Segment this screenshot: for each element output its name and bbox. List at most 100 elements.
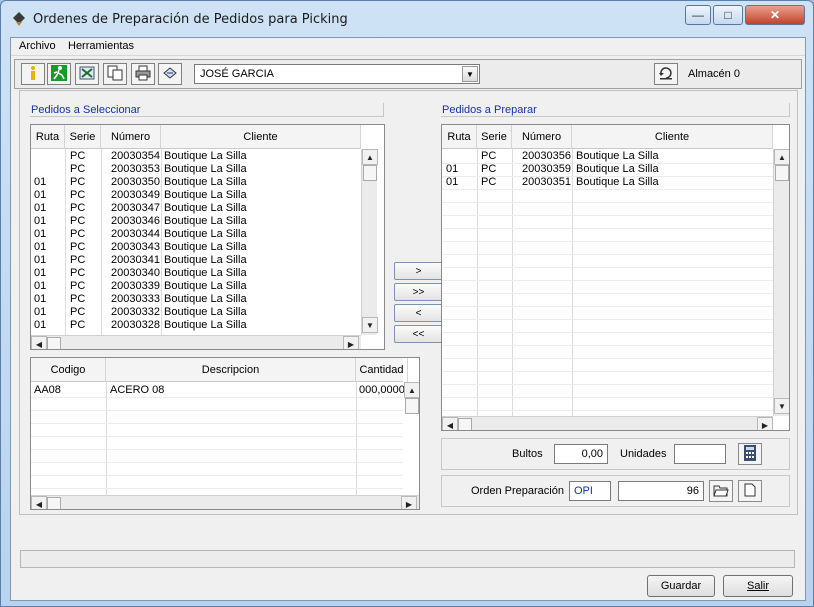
scroll-thumb[interactable] [405, 398, 419, 414]
table-row[interactable]: 01 PC 20030346 Boutique La Silla [31, 215, 361, 228]
scroll-right-icon[interactable]: ▶ [401, 496, 417, 509]
scroll-down-icon[interactable]: ▼ [774, 398, 789, 414]
scroll-right-icon[interactable]: ▶ [757, 417, 773, 430]
bultos-label: Bultos [512, 448, 543, 460]
copy-icon [107, 65, 123, 84]
chevron-down-icon[interactable]: ▼ [462, 66, 478, 82]
col-descripcion[interactable]: Descripcion [106, 358, 356, 382]
cell-serie: PC [481, 150, 497, 162]
print-icon [135, 65, 151, 84]
table-row[interactable]: PC 20030353 Boutique La Silla [31, 163, 361, 176]
cell-cliente: Boutique La Silla [164, 267, 247, 279]
scroll-up-icon[interactable]: ▲ [404, 382, 419, 398]
orden-numero-field[interactable]: 96 [618, 481, 704, 501]
hand-document-button[interactable] [158, 63, 182, 85]
add-all-button[interactable]: >> [394, 283, 443, 301]
guardar-button[interactable]: Guardar [647, 575, 715, 597]
scroll-thumb[interactable] [458, 418, 472, 430]
scroll-left-icon[interactable]: ◀ [31, 496, 47, 509]
menu-archivo[interactable]: Archivo [19, 40, 56, 52]
maximize-button[interactable]: □ [713, 5, 743, 25]
add-selected-button[interactable]: > [394, 262, 443, 280]
scroll-up-icon[interactable]: ▲ [362, 149, 378, 165]
table-row[interactable]: 01 PC 20030351 Boutique La Silla [442, 176, 772, 189]
pedidos-seleccionar-grid[interactable]: Ruta Serie Número Cliente PC 20030354 Bout… [30, 124, 385, 350]
left-hscroll[interactable]: ◀ ▶ [31, 335, 361, 349]
copy-button[interactable] [103, 63, 127, 85]
scroll-thumb[interactable] [47, 337, 61, 349]
remove-all-button[interactable]: << [394, 325, 443, 343]
col-cliente[interactable]: Cliente [161, 125, 361, 149]
info-button[interactable] [21, 63, 45, 85]
scroll-left-icon[interactable]: ◀ [442, 417, 458, 430]
detail-hscroll[interactable]: ◀ ▶ [31, 495, 419, 509]
close-button[interactable]: ✕ [745, 5, 805, 25]
scroll-down-icon[interactable]: ▼ [362, 317, 378, 333]
open-folder-button[interactable] [709, 480, 733, 502]
table-row[interactable]: 01 PC 20030350 Boutique La Silla [31, 176, 361, 189]
detalle-grid[interactable]: Codigo Descripcion Cantidad AA08 ACERO 08… [30, 357, 420, 510]
orden-label: Orden Preparación [471, 485, 564, 497]
scroll-thumb[interactable] [47, 497, 61, 509]
print-button[interactable] [131, 63, 155, 85]
table-row[interactable]: 01 PC 20030347 Boutique La Silla [31, 202, 361, 215]
salir-button[interactable]: Salir [723, 575, 793, 597]
excel-button[interactable] [75, 63, 99, 85]
table-row[interactable]: PC 20030354 Boutique La Silla [31, 150, 361, 163]
table-row[interactable]: 01 PC 20030333 Boutique La Silla [31, 293, 361, 306]
scroll-thumb[interactable] [775, 165, 789, 181]
orden-serie-field[interactable]: OPI [569, 481, 611, 501]
right-hscroll[interactable]: ◀ ▶ [442, 416, 773, 430]
pedidos-preparar-grid[interactable]: Ruta Serie Número Cliente PC 20030356 Bout… [441, 124, 790, 431]
minimize-button[interactable]: — [685, 5, 711, 25]
grid-line [442, 371, 773, 372]
col-serie[interactable]: Serie [65, 125, 101, 149]
user-select[interactable]: JOSÉ GARCIA ▼ [194, 64, 480, 84]
scroll-thumb[interactable] [363, 165, 377, 181]
left-vscroll[interactable]: ▲ ▼ [361, 149, 378, 335]
exit-button[interactable] [47, 63, 71, 85]
scroll-right-icon[interactable]: ▶ [343, 336, 359, 349]
col-numero[interactable]: Número [512, 125, 572, 149]
table-row[interactable]: 01 PC 20030349 Boutique La Silla [31, 189, 361, 202]
col-cliente[interactable]: Cliente [572, 125, 773, 149]
scroll-up-icon[interactable]: ▲ [774, 149, 789, 165]
detail-vscroll[interactable]: ▲ [404, 382, 419, 414]
salir-label: Salir [746, 580, 769, 592]
col-serie[interactable]: Serie [477, 125, 512, 149]
col-ruta[interactable]: Ruta [442, 125, 477, 149]
table-row[interactable]: 01 PC 20030343 Boutique La Silla [31, 241, 361, 254]
menu-herramientas[interactable]: Herramientas [68, 40, 134, 52]
right-vscroll[interactable]: ▲ ▼ [773, 149, 789, 416]
table-row[interactable]: 01 PC 20030328 Boutique La Silla [31, 319, 361, 332]
cell-serie: PC [70, 280, 86, 292]
new-document-button[interactable] [738, 480, 762, 502]
col-cantidad[interactable]: Cantidad [356, 358, 408, 382]
cell-ruta: 01 [34, 280, 47, 292]
table-row[interactable]: AA08 ACERO 08 000,0000 [31, 384, 405, 397]
calculator-button[interactable] [738, 443, 762, 465]
unidades-field[interactable] [674, 444, 726, 464]
cell-numero: 20030333 [111, 293, 160, 305]
col-codigo[interactable]: Codigo [31, 358, 106, 382]
minimize-icon: — [692, 8, 704, 22]
col-ruta[interactable]: Ruta [31, 125, 65, 149]
table-row[interactable]: 01 PC 20030332 Boutique La Silla [31, 306, 361, 319]
almacen-refresh-button[interactable] [654, 63, 678, 85]
title-bar[interactable]: Ordenes de Preparación de Pedidos para P… [1, 1, 813, 37]
col-numero[interactable]: Número [101, 125, 161, 149]
cell-ruta: 01 [34, 241, 47, 253]
remove-selected-button[interactable]: < [394, 304, 443, 322]
grid-line [442, 293, 773, 294]
main-panel: Pedidos a Seleccionar Ruta Serie Número … [19, 90, 798, 515]
bultos-field[interactable]: 0,00 [554, 444, 608, 464]
table-row[interactable]: 01 PC 20030341 Boutique La Silla [31, 254, 361, 267]
table-row[interactable]: 01 PC 20030340 Boutique La Silla [31, 267, 361, 280]
table-row[interactable]: PC 20030356 Boutique La Silla [442, 150, 772, 163]
info-icon [25, 65, 41, 84]
grid-line [442, 384, 773, 385]
table-row[interactable]: 01 PC 20030344 Boutique La Silla [31, 228, 361, 241]
table-row[interactable]: 01 PC 20030359 Boutique La Silla [442, 163, 772, 176]
scroll-left-icon[interactable]: ◀ [31, 336, 47, 349]
table-row[interactable]: 01 PC 20030339 Boutique La Silla [31, 280, 361, 293]
